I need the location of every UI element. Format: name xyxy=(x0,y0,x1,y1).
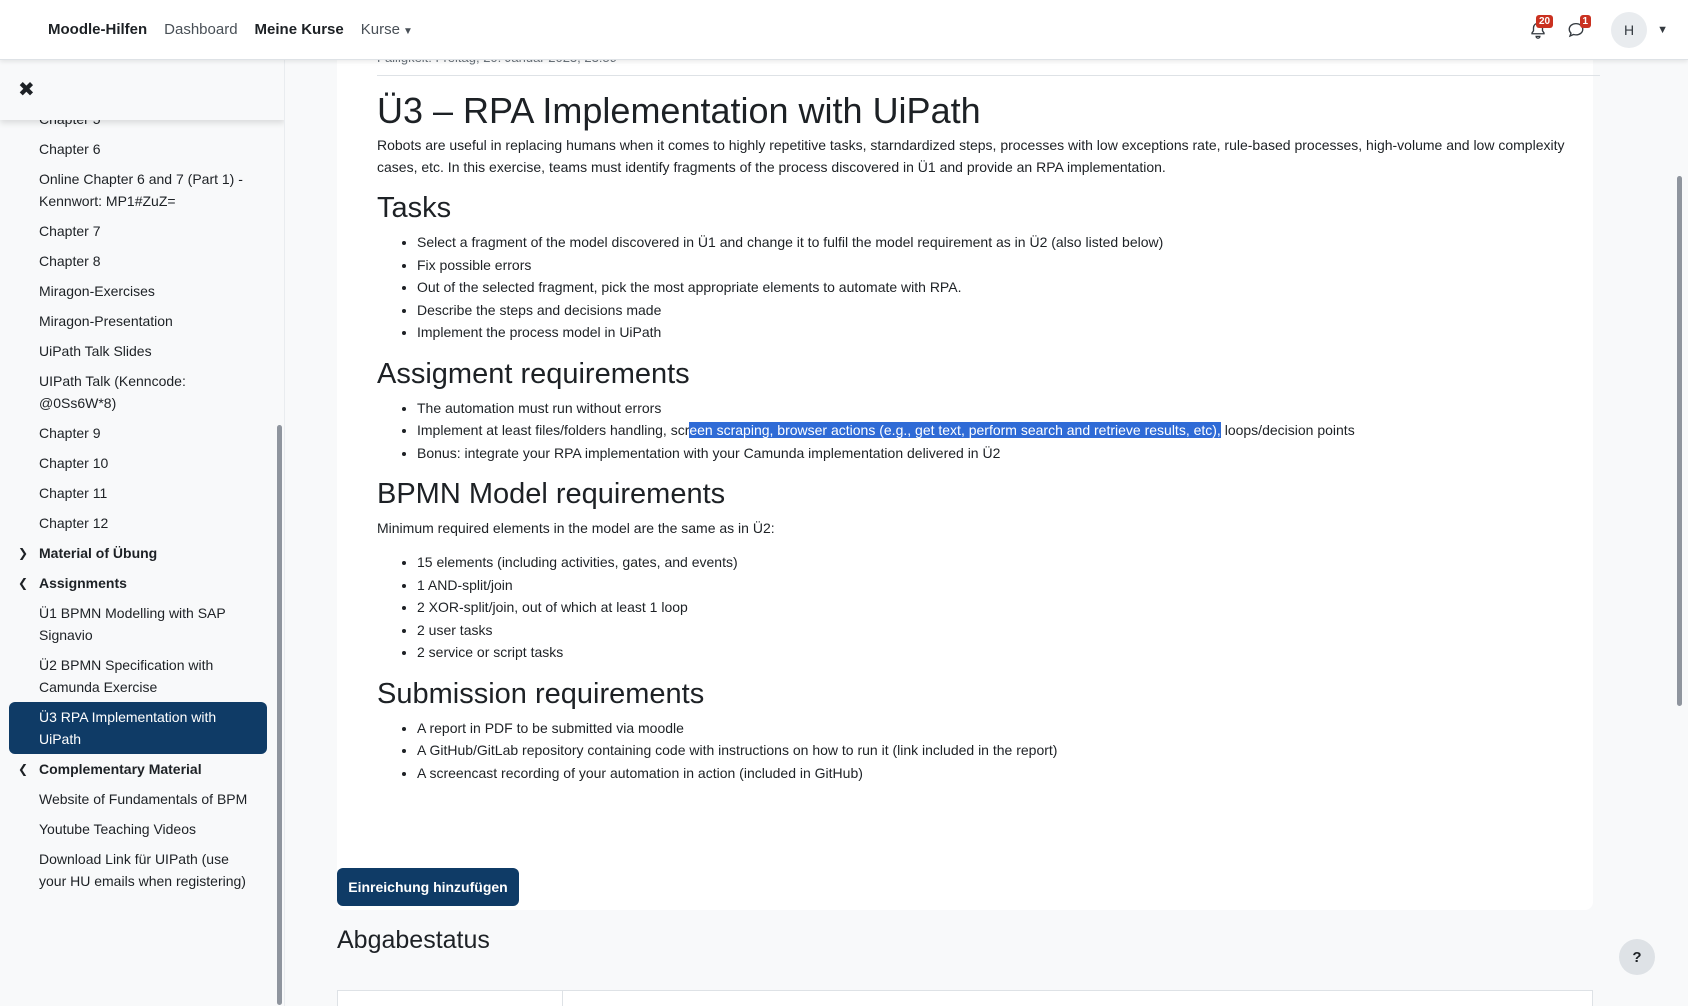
assignment-intro-card: Fälligkeit: Freitag, 20. Januar 2023, 23… xyxy=(337,50,1600,910)
course-index-item[interactable]: Download Link für UIPath (use your HU em… xyxy=(9,844,267,896)
nav-dashboard[interactable]: Dashboard xyxy=(164,21,237,38)
assignment-description: Robots are useful in replacing humans wh… xyxy=(377,134,1597,784)
tasks-list: Select a fragment of the model discovere… xyxy=(377,231,1597,344)
course-index-item[interactable]: Chapter 12 xyxy=(9,508,267,538)
tasks-heading: Tasks xyxy=(377,192,452,224)
page-scrollbar[interactable] xyxy=(1677,176,1682,706)
section-assignments[interactable]: ❮ Assignments xyxy=(9,568,270,598)
list-item: The automation must run without errors xyxy=(417,397,1597,420)
chevron-right-icon[interactable]: ❯ xyxy=(18,542,39,564)
list-item-text: Implement at least files/folders handlin… xyxy=(417,422,690,438)
course-index-item-active[interactable]: Ü3 RPA Implementation with UiPath xyxy=(9,702,267,754)
course-index-drawer: ✖ Chapter 5 Chapter 6 Online Chapter 6 a… xyxy=(0,60,285,1006)
course-index-item[interactable]: Chapter 11 xyxy=(9,478,267,508)
nav-courses-dropdown[interactable]: Kurse ▼ xyxy=(361,21,413,38)
course-index-item[interactable]: Chapter 8 xyxy=(9,246,267,276)
course-index-item[interactable]: UIPath Talk (Kenncode: @0Ss6W*8) xyxy=(9,366,267,418)
list-item: Fix possible errors xyxy=(417,254,1597,277)
list-item: A screencast recording of your automatio… xyxy=(417,762,1597,785)
list-item-text: loops/decision points xyxy=(1220,422,1355,438)
assignment-requirements-heading: Assigment requirements xyxy=(377,357,690,390)
course-index-item[interactable]: Miragon-Exercises xyxy=(9,276,267,306)
list-item: Implement the process model in UiPath xyxy=(417,321,1597,344)
list-item: 15 elements (including activities, gates… xyxy=(417,551,1597,574)
submission-requirements-heading: Submission requirements xyxy=(377,677,705,710)
course-index-item[interactable]: Youtube Teaching Videos xyxy=(9,814,267,844)
section-complementary-material[interactable]: ❮ Complementary Material xyxy=(9,754,270,784)
assignment-requirements-list: The automation must run without errors I… xyxy=(377,397,1597,465)
close-icon[interactable]: ✖ xyxy=(18,77,35,102)
course-index-item[interactable]: Chapter 10 xyxy=(9,448,267,478)
list-item: 2 service or script tasks xyxy=(417,641,1597,664)
chevron-down-icon[interactable]: ❮ xyxy=(18,758,39,780)
nav-courses-label: Kurse xyxy=(360,21,400,38)
section-material-of-uebung[interactable]: ❯ Material of Übung xyxy=(9,538,270,568)
main-region: Fälligkeit: Freitag, 20. Januar 2023, 23… xyxy=(313,50,1600,1006)
bpmn-intro: Minimum required elements in the model a… xyxy=(377,520,775,536)
submission-status-table xyxy=(337,990,1593,1006)
drawer-scrollbar[interactable] xyxy=(277,425,282,1005)
drawer-header: ✖ xyxy=(0,60,284,120)
help-button[interactable]: ? xyxy=(1619,939,1655,975)
course-index-item[interactable]: Chapter 9 xyxy=(9,418,267,448)
bpmn-requirements-list: 15 elements (including activities, gates… xyxy=(377,551,1597,664)
course-index-item[interactable]: Ü1 BPMN Modelling with SAP Signavio xyxy=(9,598,267,650)
nav-my-courses[interactable]: Meine Kurse xyxy=(255,21,344,38)
section-label: Material of Übung xyxy=(39,545,158,561)
list-item: Select a fragment of the model discovere… xyxy=(417,231,1597,254)
chevron-down-icon: ▼ xyxy=(402,26,413,37)
list-item: Bonus: integrate your RPA implementation… xyxy=(417,442,1597,465)
course-index-item[interactable]: UiPath Talk Slides xyxy=(9,336,267,366)
user-avatar[interactable]: H xyxy=(1611,12,1648,48)
list-item: Out of the selected fragment, pick the m… xyxy=(417,276,1597,299)
top-navbar: Moodle-Hilfen Dashboard Meine Kurse Kurs… xyxy=(0,0,1688,60)
section-label: Complementary Material xyxy=(39,761,202,777)
messages-count-badge: 1 xyxy=(1579,15,1592,28)
list-item: A GitHub/GitLab repository containing co… xyxy=(417,739,1597,762)
list-item: 2 user tasks xyxy=(417,619,1597,642)
course-index-item[interactable]: Chapter 6 xyxy=(9,134,267,164)
table-column-divider xyxy=(562,991,563,1006)
course-index-item[interactable]: Website of Fundamentals of BPM xyxy=(9,784,267,814)
list-item: 1 AND-split/join xyxy=(417,574,1597,597)
submission-requirements-list: A report in PDF to be submitted via mood… xyxy=(377,717,1597,785)
course-index-list: Chapter 5 Chapter 6 Online Chapter 6 and… xyxy=(0,104,270,896)
list-item: A report in PDF to be submitted via mood… xyxy=(417,717,1597,740)
site-brand[interactable]: Moodle-Hilfen xyxy=(48,21,147,38)
list-item: Implement at least files/folders handlin… xyxy=(417,419,1597,442)
add-submission-button[interactable]: Einreichung hinzufügen xyxy=(337,868,519,906)
course-index-item[interactable]: Ü2 BPMN Specification with Camunda Exerc… xyxy=(9,650,267,702)
messages-button[interactable]: 1 xyxy=(1559,13,1593,47)
selected-text: een scraping, browser actions (e.g., get… xyxy=(689,422,1221,438)
course-index-item[interactable]: Online Chapter 6 and 7 (Part 1) - Kennwo… xyxy=(9,164,267,216)
page-title: Ü3 – RPA Implementation with UiPath xyxy=(377,90,981,131)
divider xyxy=(377,75,1600,76)
intro-paragraph: Robots are useful in replacing humans wh… xyxy=(377,137,1565,175)
section-label: Assignments xyxy=(39,575,127,591)
chevron-down-icon[interactable]: ▼ xyxy=(1657,24,1668,36)
course-index-item[interactable]: Miragon-Presentation xyxy=(9,306,267,336)
course-index-item[interactable]: Chapter 7 xyxy=(9,216,267,246)
list-item: 2 XOR-split/join, out of which at least … xyxy=(417,596,1597,619)
notifications-count-badge: 20 xyxy=(1535,15,1554,28)
list-item: Describe the steps and decisions made xyxy=(417,299,1597,322)
chevron-down-icon[interactable]: ❮ xyxy=(18,572,39,594)
bpmn-requirements-heading: BPMN Model requirements xyxy=(377,478,726,510)
notifications-button[interactable]: 20 xyxy=(1521,13,1555,47)
submission-status-heading: Abgabestatus xyxy=(337,926,490,954)
